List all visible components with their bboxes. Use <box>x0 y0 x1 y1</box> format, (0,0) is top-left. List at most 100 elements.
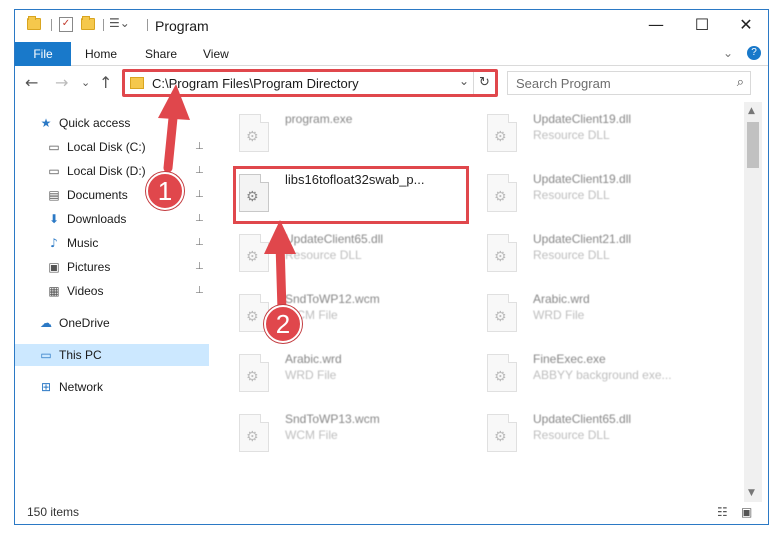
file-item[interactable]: ⚙ FineExec.exe ABBYY background exe... <box>481 348 711 404</box>
video-icon: ▦ <box>48 284 60 298</box>
folder-icon <box>27 16 41 30</box>
back-button[interactable]: ← <box>25 73 38 92</box>
sidebar-item[interactable]: ⬇ Downloads ⊥ <box>15 208 209 230</box>
gear-icon: ⚙ <box>246 369 259 385</box>
gear-icon: ⚙ <box>494 429 507 445</box>
file-item[interactable]: ⚙ UpdateClient65.dll Resource DLL <box>481 408 711 464</box>
large-icons-view-icon[interactable]: ▣ <box>741 505 752 519</box>
file-name: UpdateClient65.dll <box>285 232 384 246</box>
details-view-icon[interactable]: ☷ <box>717 505 728 519</box>
file-item[interactable]: ⚙ program.exe <box>233 108 463 164</box>
ribbon-tabs: File Home Share View ⌄ ? <box>15 42 768 66</box>
window-title: Program <box>155 18 209 34</box>
sidebar-item-label: OneDrive <box>59 316 110 330</box>
scroll-up-icon[interactable]: ▲ <box>748 106 755 116</box>
sidebar-item[interactable]: ★ Quick access <box>15 112 209 134</box>
forward-button[interactable]: → <box>55 73 68 92</box>
file-item[interactable]: ⚙ SndToWP13.wcm WCM File <box>233 408 463 464</box>
pin-icon: ⊥ <box>195 285 204 296</box>
separator <box>51 19 52 31</box>
gear-icon: ⚙ <box>246 309 259 325</box>
sidebar-item[interactable]: ▣ Pictures ⊥ <box>15 256 209 278</box>
tab-view[interactable]: View <box>203 42 229 66</box>
file-icon: ⚙ <box>487 294 517 332</box>
file-name: libs16tofloat32swab_p... <box>285 172 425 187</box>
sidebar-item[interactable]: ▭ Local Disk (C:) ⊥ <box>15 136 209 158</box>
file-type: Resource DLL <box>533 188 610 202</box>
explorer-window: ✓ ☰⌄ Program — ☐ ✕ File Home Share View … <box>14 9 769 525</box>
file-type: WRD File <box>285 368 337 382</box>
quick-access-toolbar-icon[interactable]: ☰⌄ <box>109 16 130 30</box>
up-button[interactable]: ↑ <box>99 73 112 92</box>
drive-icon: ▭ <box>48 140 60 154</box>
file-name: UpdateClient19.dll <box>533 112 632 126</box>
file-icon: ⚙ <box>239 414 269 452</box>
star-icon: ★ <box>40 116 52 130</box>
maximize-button[interactable]: ☐ <box>679 10 725 40</box>
tab-file[interactable]: File <box>15 42 71 66</box>
file-item[interactable]: ⚙ UpdateClient19.dll Resource DLL <box>481 108 711 164</box>
drive-icon: ▭ <box>48 164 60 178</box>
item-count: 150 items <box>27 505 80 519</box>
file-name: FineExec.exe <box>533 352 606 366</box>
pin-icon: ⊥ <box>195 141 204 152</box>
title-bar: ✓ ☰⌄ Program — ☐ ✕ <box>15 10 768 42</box>
minimize-button[interactable]: — <box>633 10 679 40</box>
search-icon[interactable]: ⌕ <box>737 75 744 90</box>
network-icon: ⊞ <box>40 380 52 394</box>
pin-icon: ⊥ <box>195 237 204 248</box>
recent-locations-button[interactable]: ⌄ <box>81 76 90 89</box>
file-item[interactable]: ⚙ UpdateClient21.dll Resource DLL <box>481 228 711 284</box>
search-box[interactable]: Search Program ⌕ <box>507 71 751 95</box>
sidebar-item-label: Videos <box>67 284 104 298</box>
file-item[interactable]: ⚙ Arabic.wrd WRD File <box>233 348 463 404</box>
help-icon[interactable]: ? <box>747 46 761 60</box>
gear-icon: ⚙ <box>246 429 259 445</box>
file-item[interactable]: ⚙ libs16tofloat32swab_p... <box>233 168 463 224</box>
sidebar-item-label: Downloads <box>67 212 127 226</box>
close-button[interactable]: ✕ <box>723 10 769 40</box>
file-name: program.exe <box>285 112 353 126</box>
sidebar-item[interactable]: ☁ OneDrive <box>15 312 209 334</box>
properties-icon[interactable]: ✓ <box>59 17 73 32</box>
scroll-down-icon[interactable]: ▼ <box>748 488 755 498</box>
vertical-scrollbar[interactable]: ▲ ▼ <box>744 102 762 502</box>
file-icon: ⚙ <box>487 114 517 152</box>
file-name: UpdateClient21.dll <box>533 232 632 246</box>
file-type: WRD File <box>533 308 585 322</box>
file-item[interactable]: ⚙ UpdateClient19.dll Resource DLL <box>481 168 711 224</box>
gear-icon: ⚙ <box>494 309 507 325</box>
gear-icon: ⚙ <box>246 189 259 205</box>
new-folder-icon[interactable] <box>81 16 95 30</box>
file-item[interactable]: ⚙ Arabic.wrd WRD File <box>481 288 711 344</box>
step-badge-2: 2 <box>264 305 302 343</box>
file-type: ABBYY background exe... <box>533 368 672 382</box>
file-icon: ⚙ <box>487 414 517 452</box>
sidebar-item[interactable]: ▦ Videos ⊥ <box>15 280 209 302</box>
sidebar-item-label: Network <box>59 380 104 394</box>
file-name: Arabic.wrd <box>285 352 342 366</box>
pin-icon: ⊥ <box>195 213 204 224</box>
download-icon: ⬇ <box>48 212 60 226</box>
tab-home[interactable]: Home <box>85 42 117 66</box>
address-highlight-box <box>122 69 498 97</box>
gear-icon: ⚙ <box>246 129 259 145</box>
file-icon: ⚙ <box>239 354 269 392</box>
file-name: SndToWP13.wcm <box>285 412 380 426</box>
sidebar-item-label: Documents <box>67 188 128 202</box>
sidebar-item[interactable]: ▭ This PC <box>15 344 209 366</box>
file-item[interactable]: ⚙ UpdateClient65.dll Resource DLL <box>233 228 463 284</box>
file-name: SndToWP12.wcm <box>285 292 380 306</box>
step-badge-1: 1 <box>146 172 184 210</box>
gear-icon: ⚙ <box>494 189 507 205</box>
sidebar-item[interactable]: ♪ Music ⊥ <box>15 232 209 254</box>
scroll-thumb[interactable] <box>747 122 759 168</box>
sidebar-item-label: Music <box>67 236 99 250</box>
sidebar-item[interactable]: ⊞ Network <box>15 376 209 398</box>
pictures-icon: ▣ <box>48 260 60 274</box>
gear-icon: ⚙ <box>494 369 507 385</box>
tab-share[interactable]: Share <box>145 42 177 66</box>
expand-ribbon-icon[interactable]: ⌄ <box>723 46 733 60</box>
sidebar-item-label: Local Disk (D:) <box>67 164 146 178</box>
file-type: Resource DLL <box>285 248 362 262</box>
